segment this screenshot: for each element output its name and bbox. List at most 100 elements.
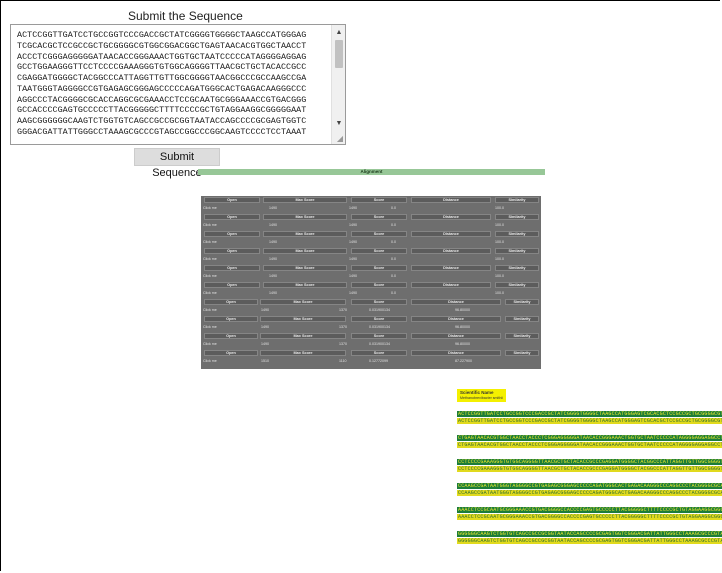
value-similarity: 100.0 xyxy=(495,223,504,227)
header-score: Score xyxy=(351,214,407,220)
alignment-row: Open Max Score Score Distance Similarity Clic… xyxy=(201,315,541,332)
header-score: Score xyxy=(351,333,407,339)
form-title: Submit the Sequence xyxy=(128,9,243,23)
value-distance: 0.0 xyxy=(391,291,396,295)
alignment-row: Open Max Score Score Distance Similarity Clic… xyxy=(201,213,541,230)
subject-sequence-row: CCAAGCCGATAATGGGTAGGGGCCGTGAGAGCGGGAGCCC… xyxy=(457,490,722,496)
value-score: 1370 xyxy=(339,308,347,312)
textarea-scrollbar[interactable]: ▲ ▼ xyxy=(331,25,345,144)
header-max-score: Max Score xyxy=(263,214,347,220)
alignment-row: Open Max Score Score Distance Similarity Clic… xyxy=(201,332,541,349)
header-distance: Distance xyxy=(411,265,491,271)
query-sequence-text: GGGGGGCAAGTCTGGTGTCAGCCGCCGCGGTAATACCAGC… xyxy=(458,531,722,537)
value-max-score: 1490 xyxy=(269,206,277,210)
value-score: 1370 xyxy=(339,325,347,329)
header-score: Score xyxy=(351,282,407,288)
subject-sequence-row: GGGGGGCAAGTCTGGTGTCAGCCGCCGCGGTAATACCAGC… xyxy=(457,538,722,544)
sequence-strip: AAACCTCCGCAATGCGGGAAACCGTGACGGGGCCACCCCG… xyxy=(457,507,722,520)
header-open: Open xyxy=(204,282,260,288)
value-score: 1490 xyxy=(349,274,357,278)
value-distance: 0.0 xyxy=(391,240,396,244)
subject-sequence-row: ACTCCGGTTGATCCTGCCGGTCCCGACCGCTATCGGGGTG… xyxy=(457,418,722,424)
header-open: Open xyxy=(204,350,258,356)
header-distance: Distance xyxy=(411,214,491,220)
header-similarity: Similarity xyxy=(505,350,539,356)
subject-sequence-row: CTGAGTAACACGTGGCTAACCTACCCTCGGGAGGGGGATA… xyxy=(457,442,722,448)
header-open: Open xyxy=(204,333,258,339)
header-max-score: Max Score xyxy=(263,231,347,237)
scroll-up-arrow-icon[interactable]: ▲ xyxy=(332,27,345,39)
alignment-row: Open Max Score Score Distance Similarity Clic… xyxy=(201,281,541,298)
scroll-down-arrow-icon[interactable]: ▼ xyxy=(332,118,345,130)
scientific-name-box: Scientific Name Methanobrevibacter smith… xyxy=(457,389,506,402)
header-max-score: Max Score xyxy=(263,248,347,254)
header-score: Score xyxy=(351,265,407,271)
header-score: Score xyxy=(351,231,407,237)
header-similarity: Similarity xyxy=(505,316,539,322)
header-similarity: Similarity xyxy=(495,231,539,237)
header-score: Score xyxy=(351,248,407,254)
click-me-link[interactable]: Click me xyxy=(203,205,217,211)
sequence-strip: CTGAGTAACACGTGGCTAACCTACCCTCGGGAGGGGGATA… xyxy=(457,435,722,448)
subject-sequence-text: GGGGGGCAAGTCTGGTGTCAGCCGCCGCGGTAATACCAGC… xyxy=(458,538,722,544)
header-max-score: Max Score xyxy=(263,265,347,271)
value-max-score: 1490 xyxy=(261,325,269,329)
subject-sequence-row: AAACCTCCGCAATGCGGGAAACCGTGACGGGGCCACCCCG… xyxy=(457,514,722,520)
header-distance: Distance xyxy=(411,197,491,203)
click-me-link[interactable]: Click me xyxy=(203,358,217,364)
header-max-score: Max Score xyxy=(260,350,346,356)
value-similarity: 96.80000 xyxy=(455,325,470,329)
value-similarity: 96.80000 xyxy=(455,308,470,312)
click-me-link[interactable]: Click me xyxy=(203,324,217,330)
submit-sequence-button[interactable]: Submit Sequence xyxy=(134,148,220,179)
query-sequence-text: CTGAGTAACACGTGGCTAACCTACCCTCGGGAGGGGGATA… xyxy=(458,435,722,441)
header-distance: Distance xyxy=(411,248,491,254)
header-max-score: Max Score xyxy=(263,197,347,203)
click-me-link[interactable]: Click me xyxy=(203,256,217,262)
query-sequence-row: CCAAGCCGATAATGGGTAGGGGCCGTGAGAGCGGGAGCCC… xyxy=(457,483,722,489)
value-similarity: 100.0 xyxy=(495,257,504,261)
header-open: Open xyxy=(204,316,258,322)
alignment-row: Open Max Score Score Distance Similarity Clic… xyxy=(201,298,541,315)
value-max-score: 1490 xyxy=(269,223,277,227)
value-distance: 0.031900134 xyxy=(369,308,390,312)
click-me-link[interactable]: Click me xyxy=(203,341,217,347)
query-sequence-text: CCTCCCCGAAAGGGTGTGGCAGGGGTTAACGCTGCTACAC… xyxy=(458,459,722,465)
value-distance: 0.031900134 xyxy=(369,342,390,346)
subject-sequence-text: CTGAGTAACACGTGGCTAACCTACCCTCGGGAGGGGGATA… xyxy=(458,442,722,448)
sequence-text[interactable]: ACTCCGGTTGATCCTGCCGGTCCCGACCGCTATCGGGGTG… xyxy=(17,30,335,138)
scientific-name-value: Methanobrevibacter smithii xyxy=(460,396,503,400)
resize-grip-icon[interactable]: ◢ xyxy=(337,134,343,143)
subject-sequence-text: CCAAGCCGATAATGGGTAGGGGCCGTGAGAGCGGGAGCCC… xyxy=(458,490,722,496)
header-similarity: Similarity xyxy=(495,214,539,220)
query-sequence-row: AAACCTCCGCAATGCGGGAAACCGTGACGGGGCCACCCCG… xyxy=(457,507,722,513)
header-similarity: Similarity xyxy=(495,282,539,288)
value-max-score: 1490 xyxy=(269,257,277,261)
value-distance: 0.0 xyxy=(391,257,396,261)
click-me-link[interactable]: Click me xyxy=(203,307,217,313)
sequence-strip: GGGGGGCAAGTCTGGTGTCAGCCGCCGCGGTAATACCAGC… xyxy=(457,531,722,544)
value-score: 1490 xyxy=(349,223,357,227)
value-distance: 0.0 xyxy=(391,274,396,278)
click-me-link[interactable]: Click me xyxy=(203,290,217,296)
scrollbar-thumb[interactable] xyxy=(335,40,343,68)
value-score: 1490 xyxy=(349,257,357,261)
query-sequence-row: GGGGGGCAAGTCTGGTGTCAGCCGCCGCGGTAATACCAGC… xyxy=(457,531,722,537)
click-me-link[interactable]: Click me xyxy=(203,273,217,279)
click-me-link[interactable]: Click me xyxy=(203,239,217,245)
value-score: 1370 xyxy=(339,342,347,346)
header-open: Open xyxy=(204,299,258,305)
click-me-link[interactable]: Click me xyxy=(203,222,217,228)
query-sequence-row: CTGAGTAACACGTGGCTAACCTACCCTCGGGAGGGGGATA… xyxy=(457,435,722,441)
value-max-score: 1490 xyxy=(269,274,277,278)
value-max-score: 1490 xyxy=(261,342,269,346)
sequence-textarea[interactable]: ACTCCGGTTGATCCTGCCGGTCCCGACCGCTATCGGGGTG… xyxy=(10,24,346,145)
value-distance: 0.031900134 xyxy=(369,325,390,329)
subject-sequence-row: CCTCCCCGAAAGGGTGTGGCAGGGGTTAACGCTGCTACAC… xyxy=(457,466,722,472)
header-similarity: Similarity xyxy=(505,299,539,305)
value-max-score: 1490 xyxy=(269,240,277,244)
header-distance: Distance xyxy=(411,333,501,339)
header-max-score: Max Score xyxy=(263,282,347,288)
header-open: Open xyxy=(204,197,260,203)
value-similarity: 100.0 xyxy=(495,240,504,244)
